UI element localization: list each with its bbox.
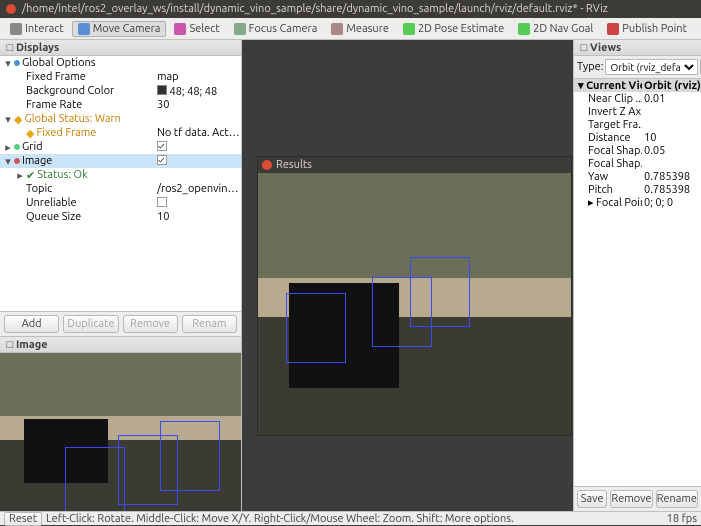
views-panel: □ Views Type: Orbit (rviz_defa Zero ▾ Cu… — [573, 40, 701, 511]
displays-buttons: Add Duplicate Remove Renam — [0, 311, 241, 336]
image-panel-title: Image — [16, 339, 48, 351]
view-prop-row[interactable]: Near Clip ...0.01 — [574, 92, 701, 105]
view-prop-row[interactable]: Target Fra... — [574, 118, 701, 131]
warn-icon: ◆ — [14, 113, 22, 126]
tree-row[interactable]: ◆ Fixed FrameNo tf data. Actual error: F… — [0, 126, 241, 140]
publish-icon — [607, 23, 619, 35]
tool-publish[interactable]: Publish Point — [601, 21, 693, 37]
view-prop-row[interactable]: Pitch0.785398 — [574, 183, 701, 196]
view-prop-row[interactable]: ▸ Focal Point0; 0; 0 — [574, 196, 701, 209]
collapse-icon[interactable]: □ — [4, 339, 16, 351]
ok-icon: ✔ — [26, 169, 35, 182]
checkbox[interactable] — [157, 155, 167, 165]
tree-row[interactable]: Fixed Framemap — [0, 70, 241, 84]
focus-camera-icon — [234, 23, 246, 35]
rename-button[interactable]: Renam — [182, 315, 237, 333]
content-area: □ Displays ▾ Global Options Fixed Framem… — [0, 40, 701, 511]
collapse-icon[interactable]: □ — [4, 42, 16, 54]
displays-title: Displays — [16, 42, 59, 54]
move-camera-icon — [78, 23, 90, 35]
displays-tree[interactable]: ▾ Global Options Fixed Framemap Backgrou… — [0, 56, 241, 311]
color-swatch[interactable] — [157, 85, 167, 95]
window-titlebar: /home/intel/ros2_overlay_ws/install/dyna… — [0, 0, 701, 18]
view-type-select[interactable]: Orbit (rviz_defa — [605, 59, 698, 75]
viewport-3d[interactable]: Results FPS: 18 [0.912][TV/Monitor][0.68… — [242, 40, 573, 511]
status-fps: 18 fps — [667, 513, 697, 525]
tree-row[interactable]: ▸ Grid — [0, 140, 241, 154]
tree-row[interactable]: Queue Size10 — [0, 210, 241, 224]
save-button[interactable]: Save — [577, 490, 607, 508]
current-view-row[interactable]: ▾ Current ViewOrbit (rviz) — [574, 79, 701, 92]
status-bar: Reset Left-Click: Rotate. Middle-Click: … — [0, 511, 701, 525]
views-buttons: Save Remove Rename — [574, 486, 701, 511]
tool-measure[interactable]: Measure — [325, 21, 395, 37]
results-titlebar[interactable]: Results — [258, 157, 571, 173]
remove-button[interactable]: Remove — [123, 315, 178, 333]
view-prop-row[interactable]: Focal Shap...0.05 — [574, 144, 701, 157]
type-label: Type: — [577, 61, 603, 73]
left-panel: □ Displays ▾ Global Options Fixed Framem… — [0, 40, 242, 511]
results-view: FPS: 18 [0.912][TV/Monitor][0.687][Chair… — [258, 173, 571, 435]
image-icon — [14, 158, 20, 164]
window-title: /home/intel/ros2_overlay_ws/install/dyna… — [22, 3, 608, 15]
tool-move-camera[interactable]: Move Camera — [72, 21, 167, 37]
image-panel: □ Image FPS: 18 [0.912][TV/Moni[0.687][C… — [0, 336, 241, 511]
image-view[interactable]: FPS: 18 [0.912][TV/Moni[0.687][Chair][0.… — [0, 353, 241, 511]
detection-box — [286, 293, 346, 363]
views-title: Views — [590, 42, 621, 54]
views-header[interactable]: □ Views — [574, 40, 701, 56]
interact-icon — [10, 23, 22, 35]
results-title-text: Results — [276, 159, 312, 171]
select-icon — [174, 23, 186, 35]
status-hint: Left-Click: Rotate. Middle-Click: Move X… — [46, 513, 514, 525]
views-type-row: Type: Orbit (rviz_defa Zero — [574, 56, 701, 79]
grid-icon — [14, 144, 20, 150]
view-prop-row[interactable]: Distance10 — [574, 131, 701, 144]
pose-icon — [403, 23, 415, 35]
view-prop-row[interactable]: Yaw0.785398 — [574, 170, 701, 183]
main-toolbar: InteractMove CameraSelectFocus CameraMea… — [0, 18, 701, 40]
duplicate-button[interactable]: Duplicate — [63, 315, 118, 333]
tree-row[interactable]: ▾ Image — [0, 154, 241, 168]
tree-row[interactable]: Topic/ros2_openvino_toolkit/image_rviz — [0, 182, 241, 196]
nav-icon — [518, 23, 530, 35]
tree-row[interactable]: ▾◆ Global Status: Warn — [0, 112, 241, 126]
tool-nav[interactable]: 2D Nav Goal — [512, 21, 599, 37]
warn-icon: ◆ — [26, 127, 34, 140]
displays-header[interactable]: □ Displays — [0, 40, 241, 56]
tree-row[interactable]: ▾ Global Options — [0, 56, 241, 70]
view-prop-row[interactable]: Invert Z Axis — [574, 105, 701, 118]
detection-box — [372, 277, 432, 347]
tool-focus-camera[interactable]: Focus Camera — [228, 21, 324, 37]
tool-interact[interactable]: Interact — [4, 21, 70, 37]
results-window[interactable]: Results FPS: 18 [0.912][TV/Monitor][0.68… — [257, 156, 572, 436]
tree-row[interactable]: Background Color 48; 48; 48 — [0, 84, 241, 98]
checkbox[interactable] — [157, 197, 167, 207]
image-panel-header[interactable]: □ Image — [0, 337, 241, 353]
measure-icon — [331, 23, 343, 35]
close-icon[interactable] — [6, 4, 16, 14]
detection-box — [118, 435, 178, 505]
tree-row[interactable]: ▸✔ Status: Ok — [0, 168, 241, 182]
tool-pose[interactable]: 2D Pose Estimate — [397, 21, 510, 37]
detection-box — [65, 447, 125, 511]
remove-button[interactable]: Remove — [610, 490, 652, 508]
tree-row[interactable]: Unreliable — [0, 196, 241, 210]
tool-select[interactable]: Select — [168, 21, 225, 37]
globe-icon — [14, 60, 20, 66]
checkbox[interactable] — [157, 141, 167, 151]
close-icon[interactable] — [262, 160, 272, 170]
views-tree[interactable]: ▾ Current ViewOrbit (rviz) Near Clip ...… — [574, 79, 701, 486]
tree-row[interactable]: Frame Rate30 — [0, 98, 241, 112]
add-button[interactable]: Add — [4, 315, 59, 333]
rename-button[interactable]: Rename — [656, 490, 698, 508]
reset-button[interactable]: Reset — [4, 512, 42, 526]
view-prop-row[interactable]: Focal Shap... — [574, 157, 701, 170]
collapse-icon[interactable]: □ — [578, 42, 590, 54]
